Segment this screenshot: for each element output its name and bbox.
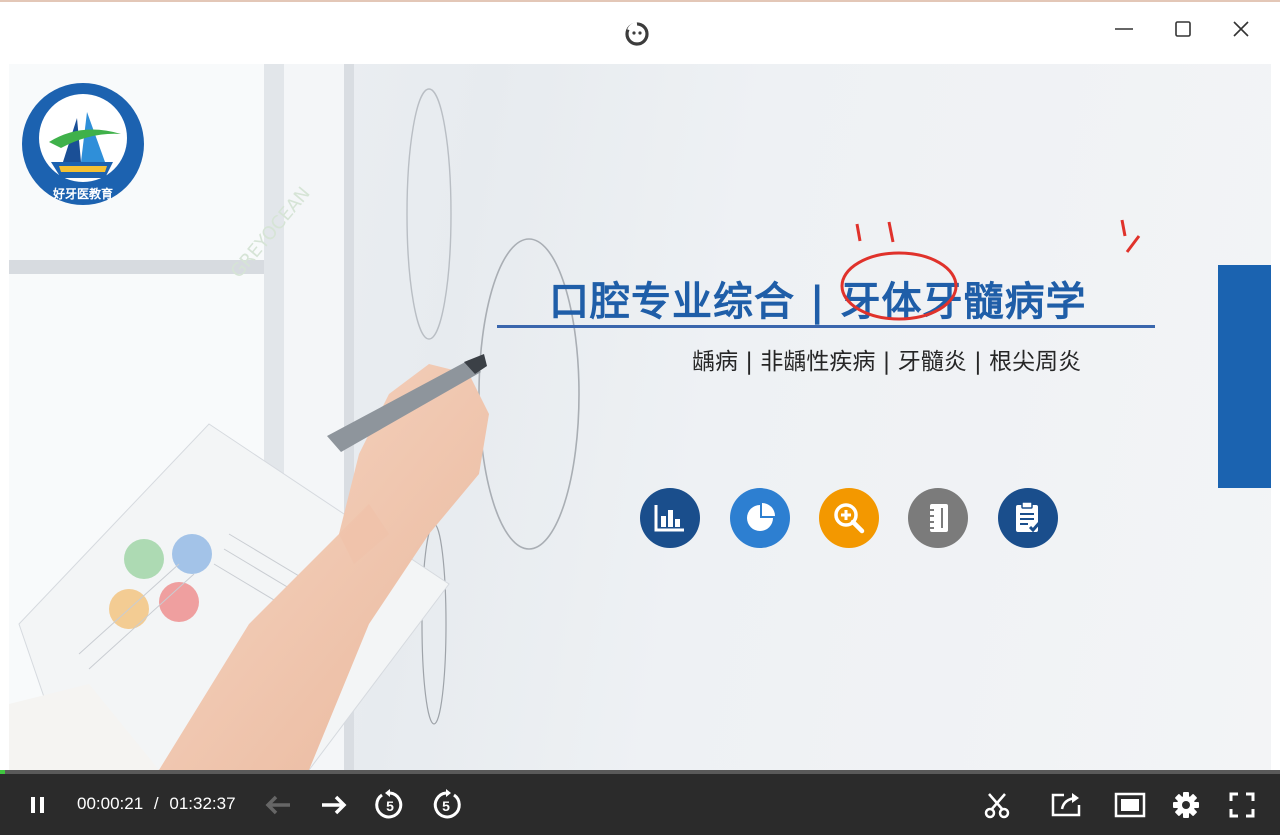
- settings-button[interactable]: [1169, 788, 1203, 822]
- pen-annotation: [840, 219, 1141, 321]
- zoom-in-icon: [819, 488, 879, 548]
- previous-button[interactable]: [261, 788, 295, 822]
- fullscreen-button[interactable]: [1225, 788, 1259, 822]
- logo: 好牙医教育: [21, 82, 145, 206]
- svg-text:5: 5: [442, 798, 450, 814]
- logo-text: 好牙医教育: [52, 186, 113, 201]
- slide-background: GREYOCEAN: [9, 64, 580, 770]
- app-logo-icon: [624, 21, 650, 47]
- pause-button[interactable]: [21, 788, 55, 822]
- clip-button[interactable]: [980, 788, 1014, 822]
- forward-5-button[interactable]: 5: [429, 788, 463, 822]
- arrow-right-icon: [322, 795, 347, 815]
- title-bar: [0, 2, 1280, 64]
- notebook-icon: [908, 488, 968, 548]
- accent-block: [1218, 265, 1271, 488]
- player-control-bar: 00:00:21 / 01:32:37 5 5: [0, 774, 1280, 835]
- share-button[interactable]: [1049, 788, 1083, 822]
- share-icon: [1051, 793, 1081, 817]
- rewind-5-button[interactable]: 5: [373, 788, 407, 822]
- title-underline: [497, 325, 1155, 328]
- next-button[interactable]: [317, 788, 351, 822]
- fullscreen-icon: [1229, 792, 1255, 818]
- video-frame[interactable]: GREYOCEAN 好牙医教育 口腔专业综合 | 牙体牙髓病学 龋病 | 非龋性…: [9, 64, 1271, 770]
- picture-in-picture-icon: [1114, 792, 1146, 818]
- svg-text:5: 5: [386, 798, 394, 814]
- bar-chart-icon: [640, 488, 700, 548]
- forward-5-icon: 5: [433, 789, 461, 819]
- duration: 01:32:37: [169, 794, 236, 813]
- maximize-button[interactable]: [1163, 12, 1203, 46]
- maximize-icon: [1175, 21, 1191, 37]
- minimize-icon: [1115, 28, 1133, 30]
- scissors-icon: [984, 793, 1010, 819]
- rewind-5-icon: 5: [375, 789, 403, 819]
- current-time: 00:00:21: [77, 794, 144, 813]
- gear-icon: [1173, 792, 1199, 818]
- arrow-left-icon: [265, 795, 290, 815]
- picture-in-picture-button[interactable]: [1113, 788, 1147, 822]
- time-display: 00:00:21 / 01:32:37: [77, 794, 236, 816]
- close-button[interactable]: [1221, 12, 1261, 46]
- time-separator: /: [153, 794, 159, 813]
- close-icon: [1233, 21, 1249, 37]
- pie-chart-icon: [730, 488, 790, 548]
- minimize-button[interactable]: [1104, 12, 1144, 46]
- checklist-icon: [998, 488, 1058, 548]
- slide-subtitle: 龋病 | 非龋性疾病 | 牙髓炎 | 根尖周炎: [692, 349, 1082, 375]
- pause-icon: [31, 797, 44, 813]
